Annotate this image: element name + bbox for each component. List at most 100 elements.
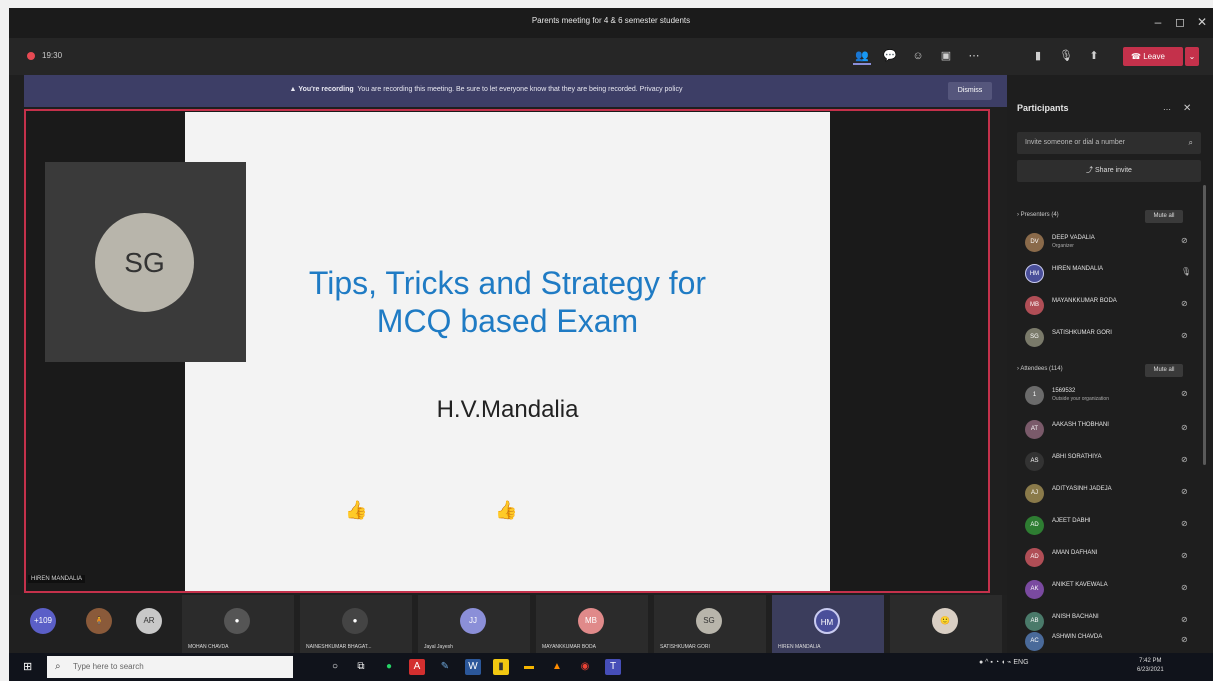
mic-off-icon[interactable]: 🎙	[1057, 47, 1075, 65]
avatar: SG	[95, 213, 194, 312]
dismiss-button[interactable]: Dismiss	[948, 82, 992, 100]
participant-name: MOHAN CHAVDA	[188, 644, 229, 650]
avatar[interactable]: AR	[136, 608, 162, 634]
taskbar-search-input[interactable]: ⌕ Type here to search	[47, 656, 293, 678]
participants-icon[interactable]: 👥	[853, 47, 871, 65]
participant-row[interactable]: AS ABHI SORATHIYA ⊘	[1017, 449, 1197, 473]
camera-off-icon[interactable]: ▮	[1029, 47, 1047, 65]
title-bar: Parents meeting for 4 & 6 semester stude…	[9, 8, 1213, 38]
participant-row[interactable]: AC ASHWIN CHAVDA ⊘	[1017, 629, 1197, 653]
avatar: HM	[814, 608, 840, 634]
attendees-heading[interactable]: › Attendees (114)	[1017, 366, 1063, 372]
participant-row[interactable]: DV DEEP VADALIA Organizer ⊘	[1017, 230, 1197, 254]
chat-icon[interactable]: 💬	[881, 47, 899, 65]
close-icon[interactable]: ✕	[1183, 103, 1191, 114]
more-options-icon[interactable]: ⋯	[965, 47, 983, 65]
more-options-icon[interactable]: ⋯	[1163, 105, 1171, 114]
mic-off-icon: ⊘	[1181, 519, 1188, 528]
invite-search-field[interactable]: Invite someone or dial a number ⌕	[1017, 132, 1201, 154]
leave-button[interactable]: ☎ Leave	[1123, 47, 1183, 66]
avatar: AD	[1025, 548, 1044, 567]
clock-date: 6/23/2021	[1137, 667, 1164, 673]
participant-name: NAINESHKUMAR BHAGAT...	[306, 644, 372, 650]
leave-label: Leave	[1143, 52, 1165, 61]
share-invite-button[interactable]: ⤴ Share invite	[1017, 160, 1201, 182]
mic-on-icon: 🎙	[1181, 267, 1192, 276]
panel-scrollbar[interactable]	[1203, 185, 1206, 465]
thumbs-up-icon: 👍	[495, 500, 518, 520]
chevron-down-icon[interactable]: ⌄	[1185, 47, 1199, 66]
maximize-icon[interactable]: ◻	[1171, 13, 1189, 31]
slide-author: H.V.Mandalia	[436, 396, 579, 423]
participant-row[interactable]: MB MAYANKKUMAR BODA ⊘	[1017, 293, 1197, 317]
participant-row[interactable]: AJ ADITYASINH JADEJA ⊘	[1017, 481, 1197, 505]
reactions-icon[interactable]: ☺	[909, 47, 927, 65]
presentation-slide: Tips, Tricks and Strategy for MCQ based …	[185, 112, 830, 591]
windows-start-icon[interactable]: ⊞	[23, 660, 32, 673]
overflow-count[interactable]: +109	[30, 608, 56, 634]
app-icon[interactable]: ✎	[437, 659, 453, 675]
shared-screen-stage: Tips, Tricks and Strategy for MCQ based …	[24, 109, 990, 593]
participant-row[interactable]: AT AAKASH THOBHANI ⊘	[1017, 417, 1197, 441]
powerbi-icon[interactable]: ▮	[493, 659, 509, 675]
close-icon[interactable]: ✕	[1193, 13, 1211, 31]
participant-tile[interactable]: 🙂	[890, 595, 1002, 653]
avatar: AK	[1025, 580, 1044, 599]
system-tray[interactable]: ● ^ ▪ ◔ ◖ ⌁ ENG	[979, 658, 1029, 666]
participant-row[interactable]: 1 1569532 Outside your organization ⊘	[1017, 383, 1197, 407]
teams-icon[interactable]: T	[605, 659, 621, 675]
mute-all-button[interactable]: Mute all	[1145, 210, 1183, 223]
task-view-icon[interactable]: ⧉	[353, 659, 369, 675]
participant-strip: +109 🧍 AR ● MOHAN CHAVDA ● NAINESHKUMAR …	[9, 595, 1007, 653]
participant-row[interactable]: AD AJEET DABHI ⊘	[1017, 513, 1197, 537]
avatar: 🙂	[932, 608, 958, 634]
participant-tile[interactable]: ● MOHAN CHAVDA	[182, 595, 294, 653]
participant-tile[interactable]: JJ Jayal Jayesh	[418, 595, 530, 653]
word-icon[interactable]: W	[465, 659, 481, 675]
participant-name: HIREN MANDALIA	[1052, 266, 1104, 272]
vlc-icon[interactable]: ▲	[549, 659, 565, 675]
participant-tile[interactable]: MB MAYANKKUMAR BODA	[536, 595, 648, 653]
participant-tile[interactable]: SG SATISHKUMAR GORI	[654, 595, 766, 653]
windows-taskbar: ⊞ ⌕ Type here to search ○ ⧉ ● A ✎ W ▮ ▬ …	[9, 653, 1213, 681]
invite-placeholder: Invite someone or dial a number	[1025, 139, 1125, 146]
participant-name: ASHWIN CHAVDA	[1052, 634, 1103, 640]
whatsapp-icon[interactable]: ●	[381, 659, 397, 675]
participant-name: ADITYASINH JADEJA	[1052, 486, 1112, 492]
participant-row[interactable]: SG SATISHKUMAR GORI ⊘	[1017, 325, 1197, 349]
avatar: AC	[1025, 632, 1044, 651]
acrobat-icon[interactable]: A	[409, 659, 425, 675]
presenters-heading-label: Presenters (4)	[1020, 212, 1059, 218]
participant-role: Outside your organization	[1052, 396, 1109, 402]
participant-name: 1569532	[1052, 388, 1076, 394]
rooms-icon[interactable]: ▣	[937, 47, 955, 65]
participant-name: AJEET DABHI	[1052, 518, 1091, 524]
participant-tile[interactable]: HM HIREN MANDALIA	[772, 595, 884, 653]
presenter-video-tile[interactable]: SG	[45, 162, 246, 362]
presenters-heading[interactable]: › Presenters (4)	[1017, 212, 1059, 218]
taskbar-clock[interactable]: 7:42 PM 6/23/2021	[1137, 657, 1164, 675]
participant-row[interactable]: HM HIREN MANDALIA 🎙	[1017, 261, 1197, 285]
mic-off-icon: ⊘	[1181, 455, 1188, 464]
mic-off-icon: ⊘	[1181, 551, 1188, 560]
window-title: Parents meeting for 4 & 6 semester stude…	[531, 16, 691, 25]
recording-text: You are recording this meeting. Be sure …	[357, 86, 683, 93]
chrome-icon[interactable]: ◉	[577, 659, 593, 675]
avatar: AS	[1025, 452, 1044, 471]
participant-row[interactable]: AD AMAN DAFHANI ⊘	[1017, 545, 1197, 569]
participant-row[interactable]: AK ANIKET KAVEWALA ⊘	[1017, 577, 1197, 601]
share-screen-icon[interactable]: ⬆	[1085, 47, 1103, 65]
participant-tile[interactable]: ● NAINESHKUMAR BHAGAT...	[300, 595, 412, 653]
mic-off-icon: ⊘	[1181, 236, 1188, 245]
avatar: DV	[1025, 233, 1044, 252]
meeting-timer: 19:30	[42, 51, 63, 60]
avatar: ●	[224, 608, 250, 634]
mic-off-icon: ⊘	[1181, 423, 1188, 432]
mute-all-button[interactable]: Mute all	[1145, 364, 1183, 377]
minimize-icon[interactable]: –	[1149, 13, 1167, 31]
avatar[interactable]: 🧍	[86, 608, 112, 634]
search-icon[interactable]: ⌕	[1189, 132, 1193, 154]
search-placeholder: Type here to search	[73, 662, 144, 671]
cortana-icon[interactable]: ○	[327, 659, 343, 675]
file-explorer-icon[interactable]: ▬	[521, 659, 537, 675]
